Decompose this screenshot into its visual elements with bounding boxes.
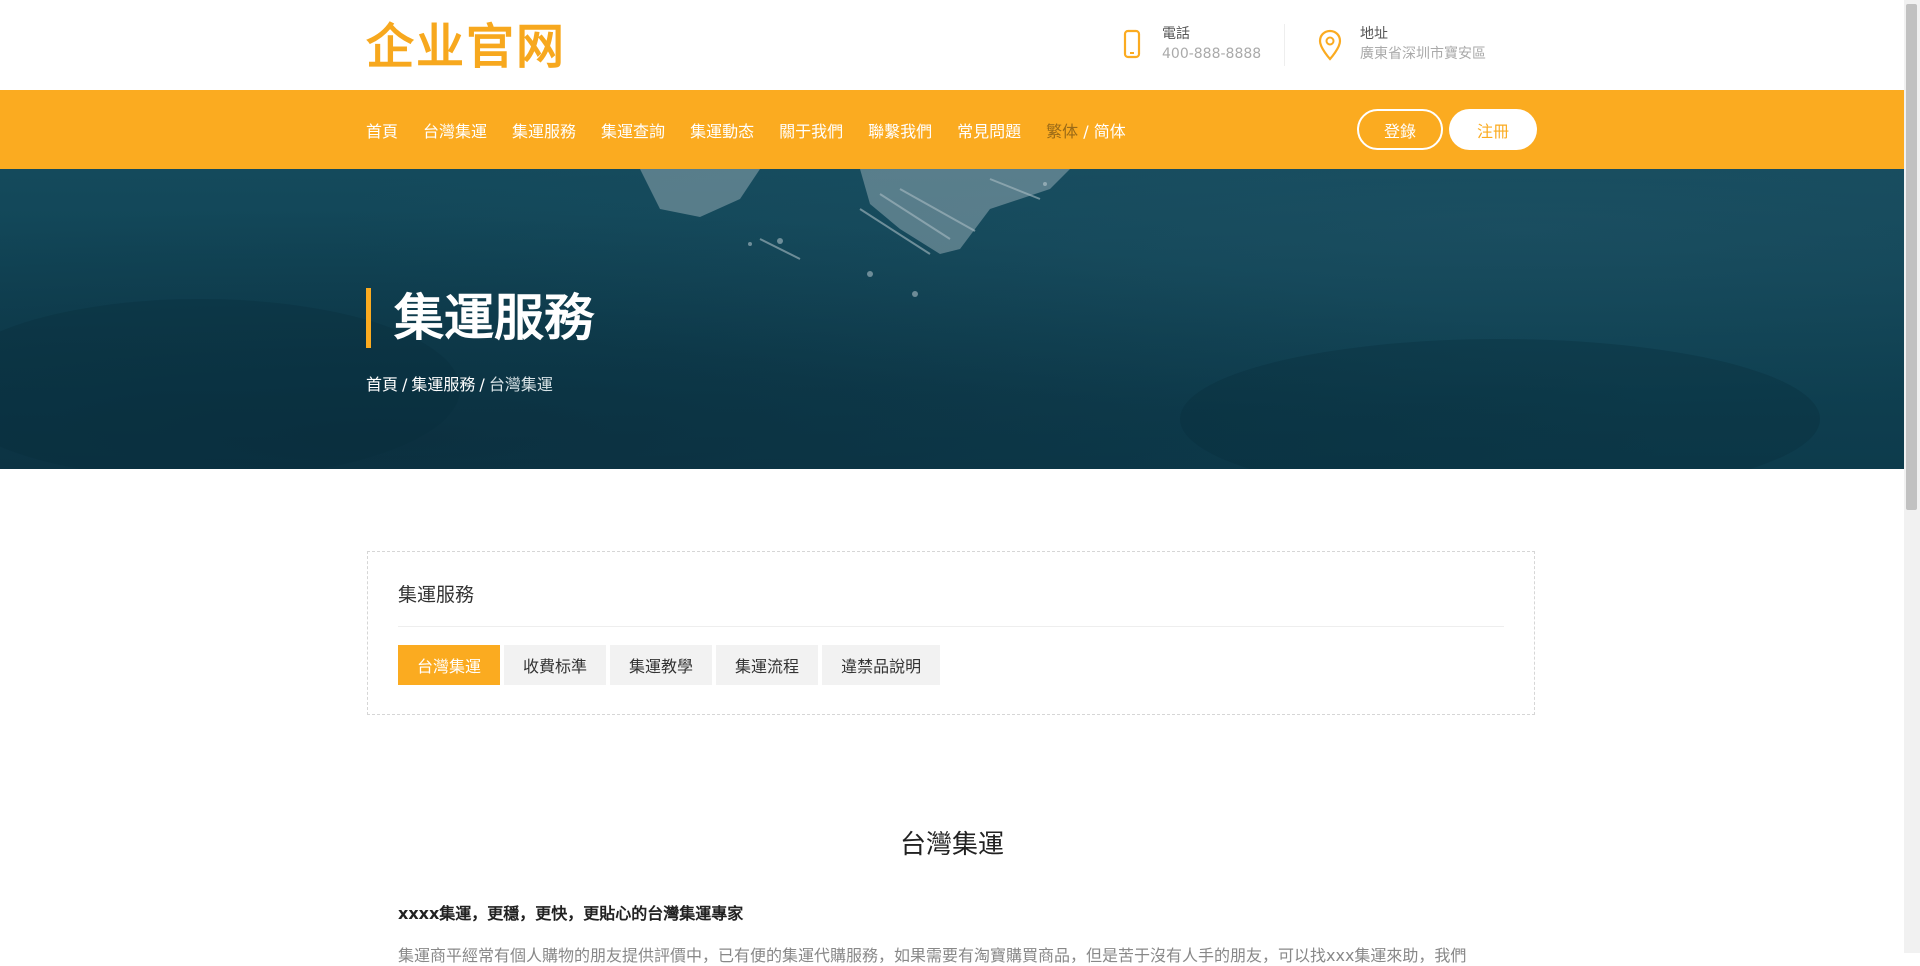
login-button[interactable]: 登錄 bbox=[1357, 109, 1443, 150]
breadcrumb-separator: / bbox=[479, 375, 485, 394]
tab-fees[interactable]: 收費标準 bbox=[504, 645, 607, 685]
language-switch: 繁体 / 简体 bbox=[1046, 118, 1126, 142]
top-header: 企业官网 電話 400-888-8888 地址 廣東省深圳市寶安區 bbox=[0, 0, 1904, 90]
map-pin-icon bbox=[1318, 29, 1342, 61]
nav-menu: 首頁 台灣集運 集運服務 集運查詢 集運動态 關于我們 聯繫我們 常見問題 繁体… bbox=[366, 90, 1126, 169]
phone-value: 400-888-8888 bbox=[1162, 46, 1262, 62]
nav-item-home[interactable]: 首頁 bbox=[366, 118, 398, 142]
breadcrumb-section[interactable]: 集運服務 bbox=[411, 375, 475, 394]
nav-item-services[interactable]: 集運服務 bbox=[512, 118, 576, 142]
phone-label: 電話 bbox=[1162, 26, 1190, 42]
scrollbar-thumb[interactable] bbox=[1906, 4, 1917, 510]
site-logo[interactable]: 企业官网 bbox=[366, 18, 566, 76]
breadcrumb: 首頁 / 集運服務 / 台灣集運 bbox=[366, 371, 553, 395]
lang-separator: / bbox=[1083, 121, 1089, 141]
nav-item-tracking[interactable]: 集運查詢 bbox=[601, 118, 665, 142]
register-button[interactable]: 注冊 bbox=[1449, 109, 1537, 150]
breadcrumb-current: 台灣集運 bbox=[488, 375, 553, 394]
phone-info: 電話 400-888-8888 bbox=[1118, 24, 1278, 68]
nav-item-faq[interactable]: 常見問題 bbox=[957, 118, 1021, 142]
nav-item-contact[interactable]: 聯繫我們 bbox=[868, 118, 932, 142]
page-banner: 集運服務 首頁 / 集運服務 / 台灣集運 bbox=[0, 169, 1904, 469]
harbor-aerial-image bbox=[0, 169, 1820, 469]
tab-tutorial[interactable]: 集運教學 bbox=[610, 645, 713, 685]
phone-icon bbox=[1123, 29, 1141, 59]
main-nav: 首頁 台灣集運 集運服務 集運查詢 集運動态 關于我們 聯繫我們 常見問題 繁体… bbox=[0, 90, 1904, 169]
breadcrumb-separator: / bbox=[402, 375, 408, 394]
nav-item-news[interactable]: 集運動态 bbox=[690, 118, 754, 142]
address-label: 地址 bbox=[1360, 26, 1388, 42]
lang-simplified[interactable]: 简体 bbox=[1094, 122, 1126, 141]
category-tabs: 台灣集運 收費标準 集運教學 集運流程 違禁品說明 bbox=[398, 645, 944, 685]
category-divider bbox=[398, 626, 1504, 627]
lang-traditional[interactable]: 繁体 bbox=[1046, 122, 1078, 141]
category-title: 集運服務 bbox=[398, 584, 475, 606]
header-divider bbox=[1284, 24, 1285, 66]
nav-item-taiwan-shipping[interactable]: 台灣集運 bbox=[423, 118, 487, 142]
article-body: 集運商平經常有個人購物的朋友提供評價中，已有便的集運代購服務，如果需要有淘寶購買… bbox=[398, 946, 1467, 965]
nav-item-about[interactable]: 關于我們 bbox=[779, 118, 843, 142]
category-panel: 集運服務 台灣集運 收費标準 集運教學 集運流程 違禁品說明 bbox=[367, 551, 1535, 715]
tab-prohibited-items[interactable]: 違禁品說明 bbox=[822, 645, 941, 685]
address-info: 地址 廣東省深圳市寶安區 bbox=[1316, 24, 1506, 68]
breadcrumb-home[interactable]: 首頁 bbox=[366, 375, 398, 394]
tab-taiwan-shipping[interactable]: 台灣集運 bbox=[398, 645, 501, 685]
title-accent-bar bbox=[366, 288, 371, 348]
article-title: 台灣集運 bbox=[899, 830, 1004, 860]
tab-process[interactable]: 集運流程 bbox=[716, 645, 819, 685]
page-title: 集運服務 bbox=[394, 289, 594, 347]
article-subtitle: xxxx集運，更穩，更快，更貼心的台灣集運專家 bbox=[398, 904, 744, 923]
address-value: 廣東省深圳市寶安區 bbox=[1360, 46, 1486, 62]
